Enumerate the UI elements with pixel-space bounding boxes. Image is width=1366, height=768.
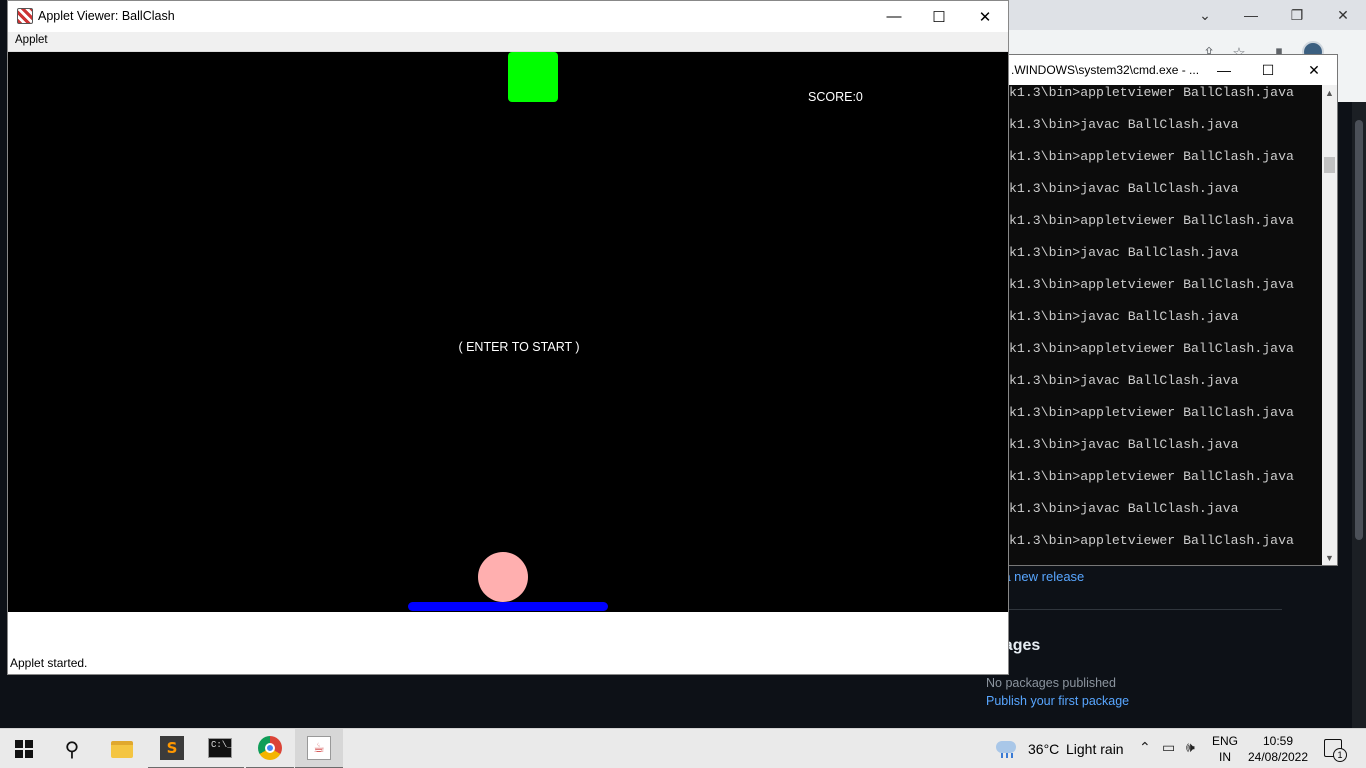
sublime-text-icon: S: [160, 736, 184, 760]
maximize-button[interactable]: ☐: [916, 1, 962, 32]
cmd-output-line: k1.3\bin>appletviewer BallClash.java: [1009, 149, 1294, 164]
browser-tab-bar: ⌄ — ❐ ✕: [1008, 0, 1366, 30]
applet-status: Applet started.: [10, 656, 88, 670]
cmd-output-line: k1.3\bin>appletviewer BallClash.java: [1009, 469, 1294, 484]
speaker-icon[interactable]: 🕪: [1186, 740, 1195, 756]
system-clock[interactable]: 10:59 24/08/2022: [1246, 733, 1310, 765]
scroll-down-arrow-icon[interactable]: ▼: [1322, 550, 1337, 565]
browser-minimize-button[interactable]: —: [1228, 0, 1274, 30]
game-canvas[interactable]: SCORE:0 ( ENTER TO START ): [8, 52, 1008, 612]
language-code: ENG: [1212, 734, 1239, 748]
publish-package-link[interactable]: Publish your first package: [986, 694, 1129, 708]
cmd-output-line: k1.3\bin>javac BallClash.java: [1009, 181, 1239, 196]
cmd-taskbar-button[interactable]: C:\_: [196, 729, 244, 768]
paddle[interactable]: [408, 602, 608, 611]
clock-date: 24/08/2022: [1247, 750, 1309, 764]
cmd-output-line: k1.3\bin>javac BallClash.java: [1009, 501, 1239, 516]
notification-badge: 1: [1333, 748, 1347, 762]
no-packages-text: No packages published: [986, 676, 1116, 690]
score-display: SCORE:0: [808, 90, 863, 104]
browser-tab-dropdown-icon[interactable]: ⌄: [1182, 0, 1228, 30]
applet-viewer-window[interactable]: Applet Viewer: BallClash — ☐ ✕ Applet SC…: [7, 0, 1009, 675]
cmd-output-line: k1.3\bin>javac BallClash.java: [1009, 373, 1239, 388]
browser-restore-button[interactable]: ❐: [1274, 0, 1320, 30]
file-explorer-icon: [111, 740, 133, 758]
java-taskbar-button[interactable]: ☕: [295, 729, 343, 768]
cmd-output-line: k1.3\bin>appletviewer BallClash.java: [1009, 341, 1294, 356]
applet-menubar: Applet: [8, 32, 1008, 52]
weather-rain-icon[interactable]: [996, 739, 1018, 758]
browser-scrollbar-thumb[interactable]: [1355, 120, 1363, 540]
start-prompt: ( ENTER TO START ): [458, 340, 580, 354]
window-title: Applet Viewer: BallClash: [38, 9, 175, 23]
ball: [478, 552, 528, 602]
cmd-maximize-button[interactable]: ☐: [1245, 55, 1291, 85]
cmd-window[interactable]: .WINDOWS\system32\cmd.exe - ... — ☐ ✕ k1…: [980, 54, 1338, 566]
cmd-title: .WINDOWS\system32\cmd.exe - ...: [1011, 63, 1200, 77]
cmd-output-line: k1.3\bin>appletviewer BallClash.java: [1009, 277, 1294, 292]
language-indicator[interactable]: ENG IN: [1212, 733, 1238, 765]
cmd-output-line: k1.3\bin>appletviewer BallClash.java: [1009, 405, 1294, 420]
cmd-output-line: k1.3\bin>appletviewer BallClash.java: [1009, 213, 1294, 228]
cmd-output-line: k1.3\bin>appletviewer BallClash.java: [1009, 85, 1294, 100]
search-icon: ⚲: [64, 737, 80, 761]
weather-temperature[interactable]: 36°C: [1028, 741, 1059, 757]
java-applet-icon: [17, 8, 33, 24]
green-target-block: [508, 52, 558, 102]
github-page-left: [0, 674, 1008, 728]
cmd-output-line: k1.3\bin>javac BallClash.java: [1009, 117, 1239, 132]
cmd-scrollbar-thumb[interactable]: [1324, 157, 1335, 173]
cmd-output[interactable]: k1.3\bin>appletviewer BallClash.java k1.3…: [981, 85, 1324, 565]
weather-description[interactable]: Light rain: [1066, 741, 1124, 757]
start-button[interactable]: [0, 729, 48, 768]
cmd-minimize-button[interactable]: —: [1201, 55, 1247, 85]
windows-logo-icon: [15, 740, 33, 758]
search-button[interactable]: ⚲: [48, 729, 96, 768]
close-button[interactable]: ✕: [962, 1, 1008, 32]
cmd-output-line: k1.3\bin>javac BallClash.java: [1009, 245, 1239, 260]
java-icon: ☕: [307, 736, 331, 760]
cmd-output-line: k1.3\bin>javac BallClash.java: [1009, 309, 1239, 324]
minimize-button[interactable]: —: [871, 1, 917, 32]
cmd-icon: C:\_: [208, 738, 233, 758]
cmd-scrollbar[interactable]: ▲ ▼: [1322, 85, 1337, 565]
applet-menu[interactable]: Applet: [15, 34, 48, 46]
clock-time: 10:59: [1262, 734, 1294, 748]
chevron-up-icon[interactable]: ⌃: [1139, 740, 1151, 756]
scroll-up-arrow-icon[interactable]: ▲: [1322, 85, 1337, 100]
battery-icon[interactable]: ▭: [1162, 740, 1175, 756]
chrome-icon: [258, 736, 282, 760]
region-code: IN: [1219, 750, 1231, 764]
cmd-close-button[interactable]: ✕: [1291, 55, 1337, 85]
taskbar: ⚲ S C:\_ ☕ 36°C Light rain ⌃ ▭ 🕪 ENG IN …: [0, 728, 1366, 768]
chrome-taskbar-button[interactable]: [246, 729, 294, 768]
cmd-output-line: k1.3\bin>appletviewer BallClash.java: [1009, 533, 1294, 548]
browser-close-button[interactable]: ✕: [1320, 0, 1366, 30]
sublime-text-button[interactable]: S: [148, 729, 196, 768]
browser-scrollbar[interactable]: [1352, 102, 1366, 728]
cmd-output-line: k1.3\bin>javac BallClash.java: [1009, 437, 1239, 452]
file-explorer-button[interactable]: [98, 729, 146, 768]
applet-titlebar[interactable]: Applet Viewer: BallClash — ☐ ✕: [8, 1, 1008, 32]
cmd-titlebar[interactable]: .WINDOWS\system32\cmd.exe - ... — ☐ ✕: [981, 55, 1337, 85]
section-divider: [986, 609, 1282, 610]
